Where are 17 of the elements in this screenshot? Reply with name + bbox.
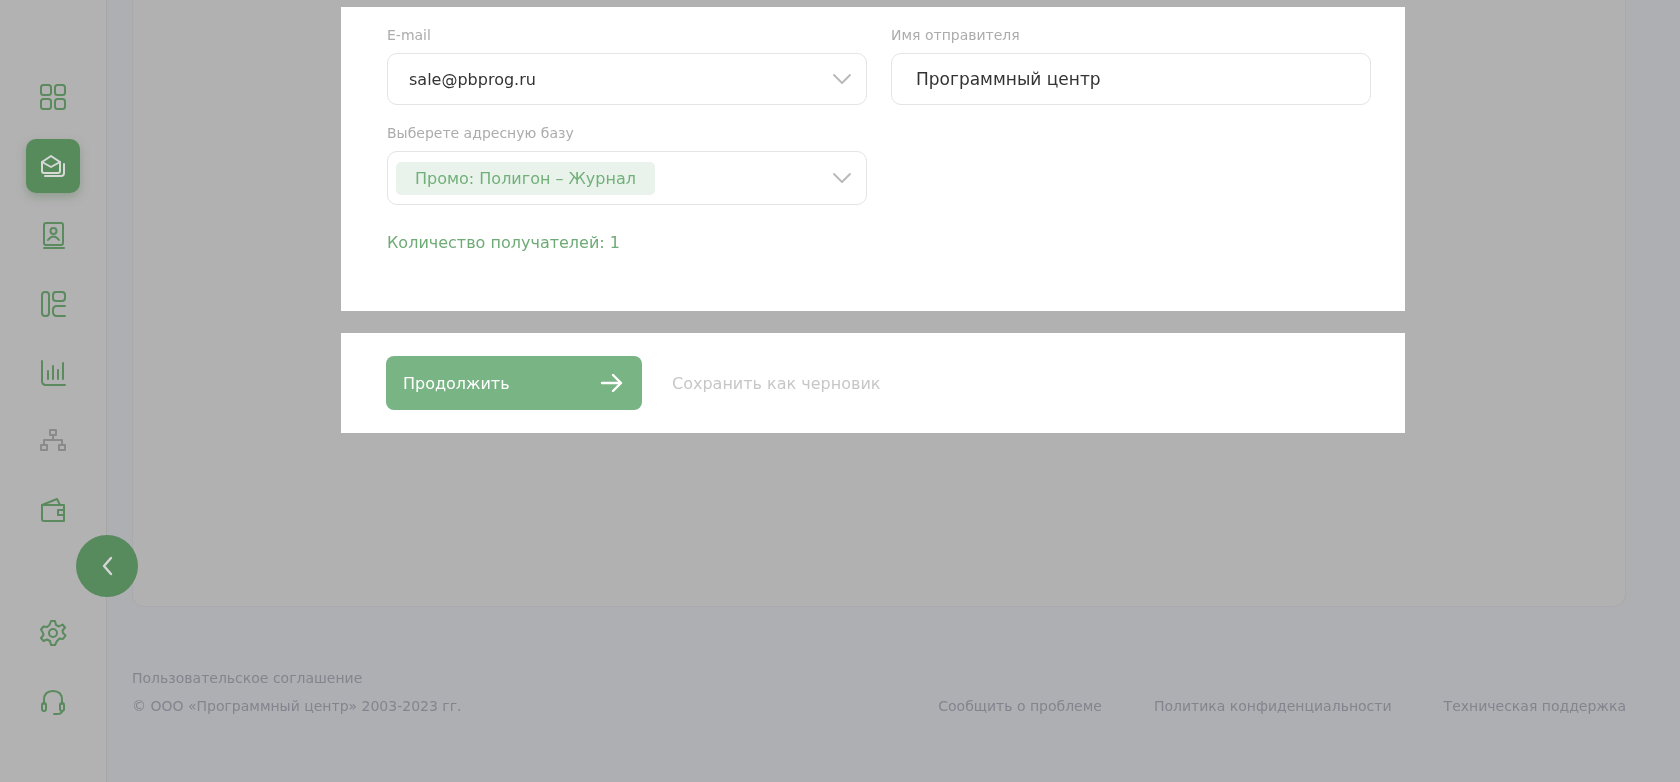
field-label: Выберете адресную базу (387, 125, 575, 141)
field-label: E-mail (387, 27, 432, 43)
chevron-down-icon (832, 172, 852, 184)
arrow-right-icon (600, 372, 624, 394)
sender-name-field[interactable]: Программный центр (891, 53, 1371, 105)
save-draft-link[interactable]: Сохранить как черновик (672, 373, 881, 393)
recipients-count: Количество получателей: 1 (387, 233, 620, 252)
grid-icon (37, 81, 69, 113)
chevron-down-icon (832, 73, 852, 85)
email-select[interactable]: sale@pbprog.ru (387, 53, 867, 105)
address-base-select[interactable]: Промо: Полигон – Журнал (387, 151, 867, 205)
continue-button[interactable]: Продолжить (386, 356, 642, 410)
selected-tag[interactable]: Промо: Полигон – Журнал (396, 161, 655, 195)
nav-item[interactable] (26, 139, 80, 193)
settings-icon (37, 617, 69, 649)
chevron-left-icon (100, 555, 114, 577)
field-label: Имя отправителя (891, 27, 1021, 43)
